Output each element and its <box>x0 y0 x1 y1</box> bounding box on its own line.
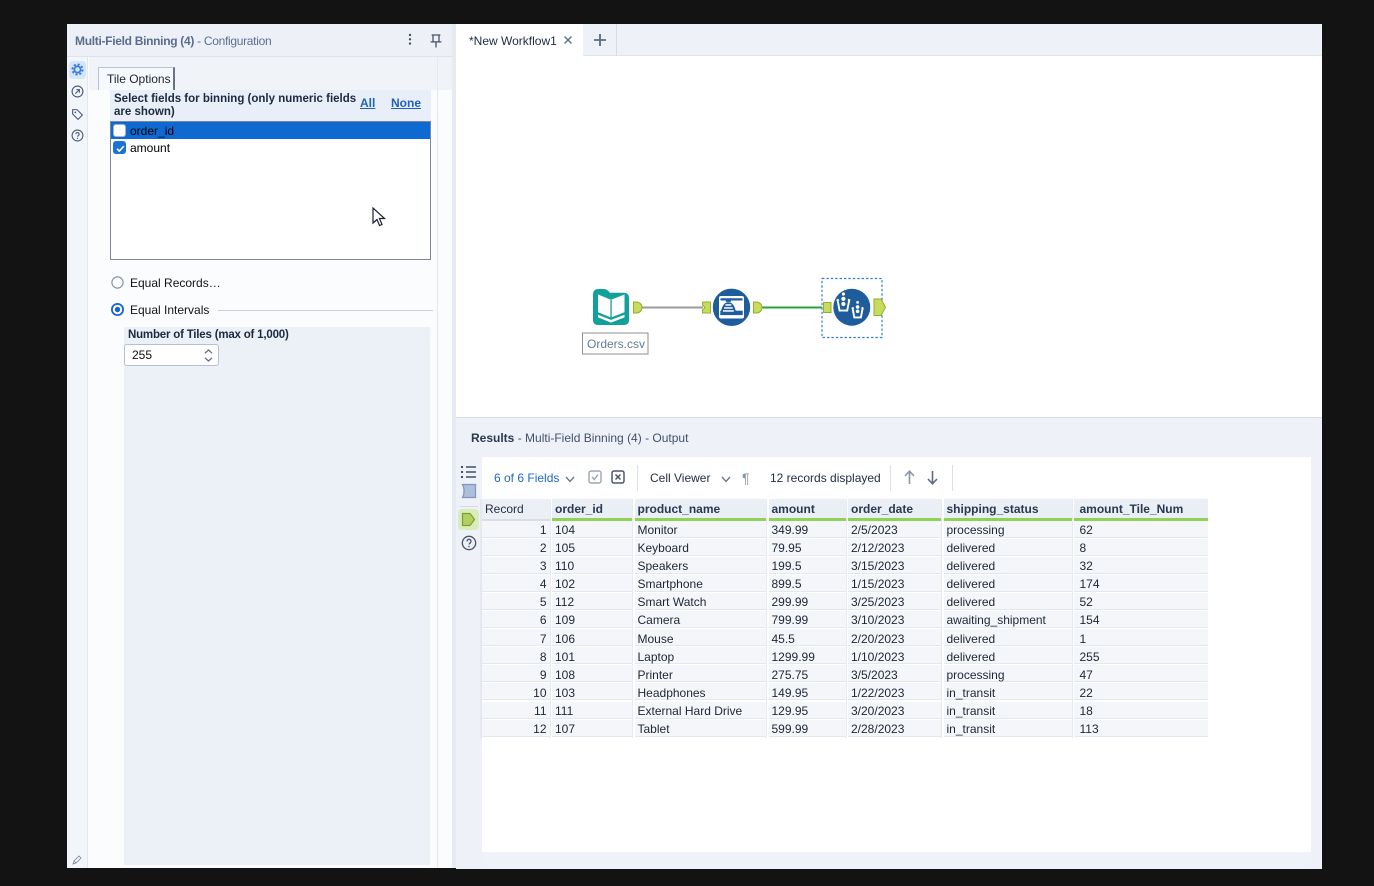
svg-text:Orders.csv: Orders.csv <box>587 337 645 351</box>
